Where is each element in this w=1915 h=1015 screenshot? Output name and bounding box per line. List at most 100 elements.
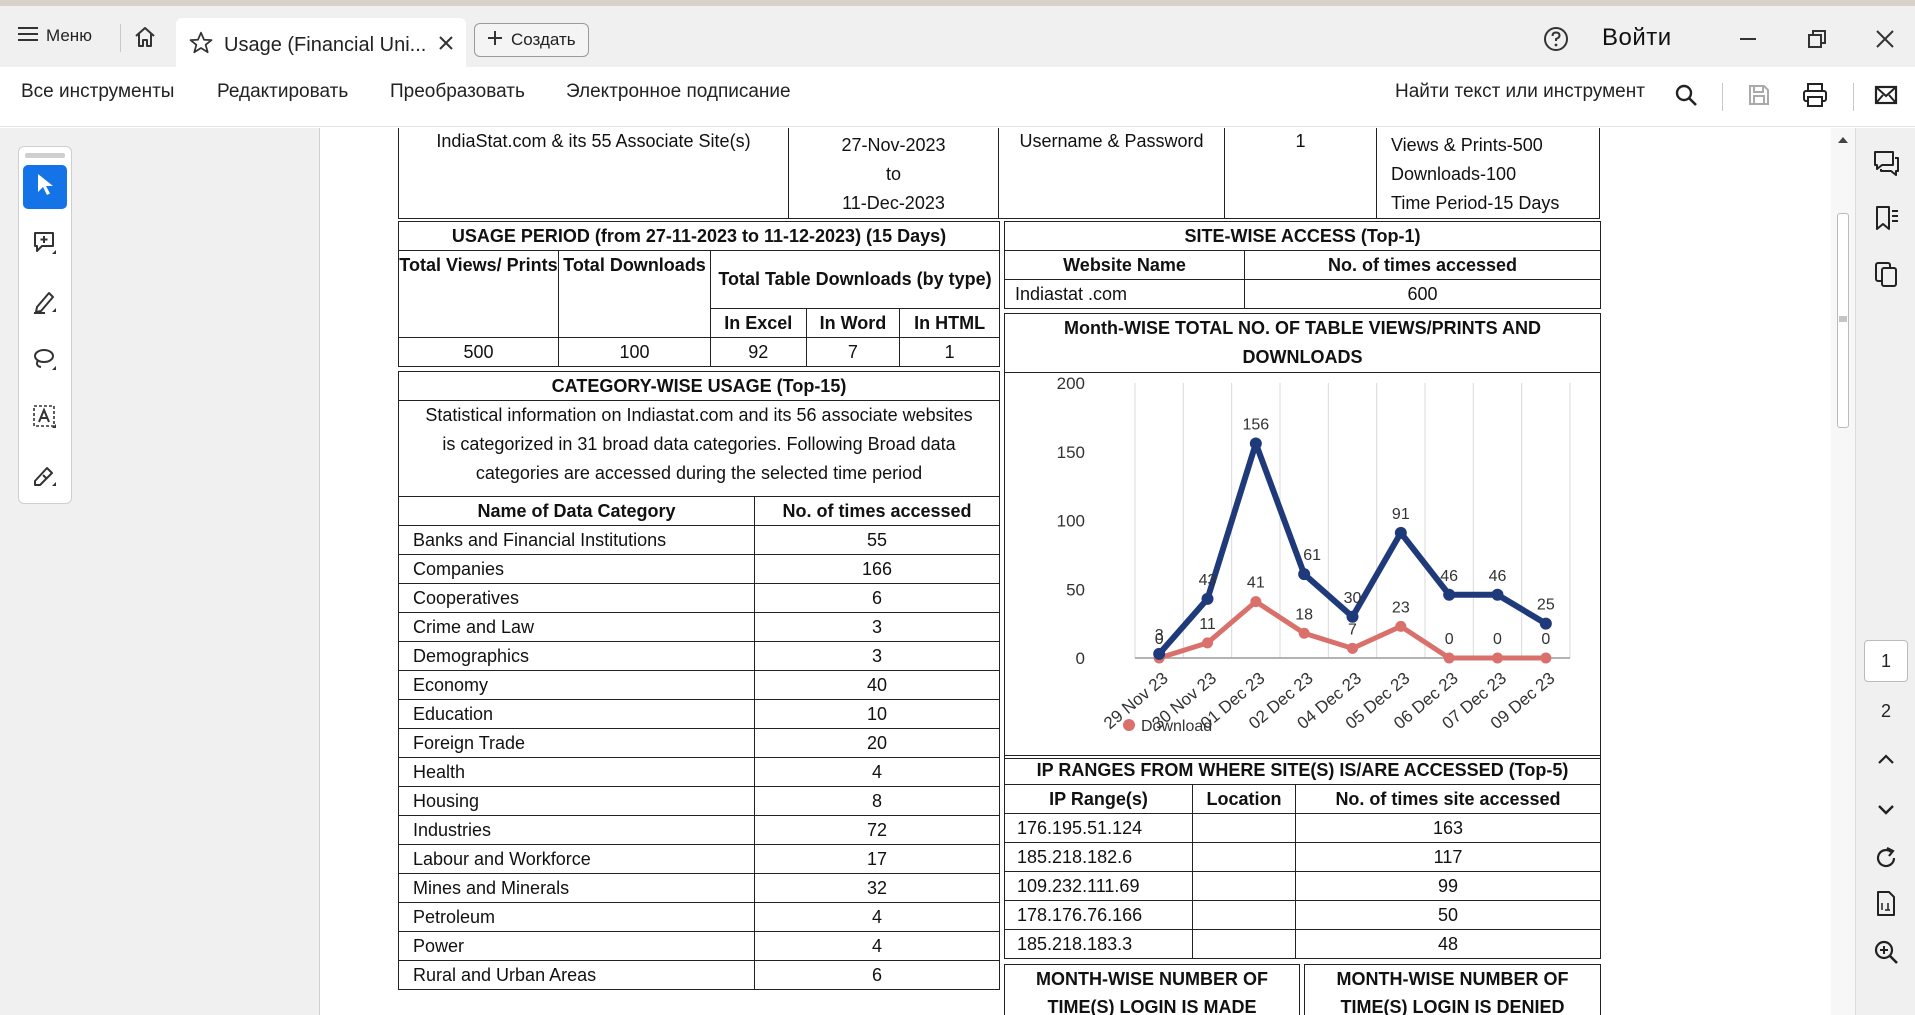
category-count: 4 xyxy=(754,931,1000,961)
text-tool-button[interactable] xyxy=(23,397,67,441)
pen-icon xyxy=(31,287,59,320)
category-count: 3 xyxy=(754,641,1000,671)
convert-menu[interactable]: Преобразовать xyxy=(390,81,525,103)
usage-period-table: USAGE PERIOD (from 27-11-2023 to 11-12-2… xyxy=(398,221,1000,367)
y-tick-label: 200 xyxy=(1057,374,1085,393)
table-row: 109.232.111.69 99 xyxy=(1004,871,1601,901)
category-count: 4 xyxy=(754,902,1000,932)
divider xyxy=(1853,83,1854,111)
chevron-down-icon[interactable] xyxy=(1870,794,1902,826)
value-word: 7 xyxy=(805,337,901,367)
all-tools-menu[interactable]: Все инструменты xyxy=(21,81,174,103)
login-made-table: MONTH-WISE NUMBER OF TIME(S) LOGIN IS MA… xyxy=(1004,964,1300,1015)
ip-location xyxy=(1192,813,1296,843)
data-point xyxy=(1443,652,1455,664)
data-label: 91 xyxy=(1392,506,1410,523)
vertical-scrollbar[interactable] xyxy=(1831,128,1855,1015)
scroll-thumb[interactable] xyxy=(1837,213,1849,428)
comments-icon[interactable] xyxy=(1870,146,1902,178)
table-row: 178.176.76.166 50 xyxy=(1004,900,1601,930)
subscription-table: IndiaStat.com & its 55 Associate Site(s)… xyxy=(398,128,1600,219)
divider xyxy=(120,24,121,52)
category-count: 72 xyxy=(754,815,1000,845)
category-name: Banks and Financial Institutions xyxy=(398,525,755,555)
date-from: 27-Nov-2023 xyxy=(841,135,946,155)
highlight-tool-button[interactable] xyxy=(23,281,67,325)
sitewise-table: SITE-WISE ACCESS (Top-1) Website Name No… xyxy=(1004,221,1601,309)
page-1-button[interactable]: 1 xyxy=(1864,640,1908,682)
data-point xyxy=(1202,637,1213,649)
home-button[interactable] xyxy=(130,24,160,54)
site-count: 600 xyxy=(1244,279,1601,309)
category-title: CATEGORY-WISE USAGE (Top-15) xyxy=(398,371,1000,401)
site-name: Indiastat .com xyxy=(1004,279,1245,309)
data-point xyxy=(1395,620,1407,632)
scroll-up-icon[interactable] xyxy=(1837,132,1849,150)
date-to-word: to xyxy=(885,164,901,184)
comment-add-icon xyxy=(31,229,59,262)
page-2-button[interactable]: 2 xyxy=(1864,690,1908,732)
close-window-icon[interactable] xyxy=(1870,24,1900,54)
data-label: 3 xyxy=(1155,627,1164,644)
legend-label: Download xyxy=(1141,718,1212,735)
sign-tool-button[interactable] xyxy=(23,455,67,499)
table-row: Health 4 xyxy=(398,757,1000,787)
category-count: 6 xyxy=(754,583,1000,613)
table-row: Petroleum 4 xyxy=(398,902,1000,932)
drag-handle[interactable] xyxy=(25,153,65,158)
data-label: 18 xyxy=(1295,606,1313,623)
rotate-icon[interactable] xyxy=(1870,842,1902,874)
ip-range: 109.232.111.69 xyxy=(1004,871,1193,901)
table-row: Housing 8 xyxy=(398,786,1000,816)
hamburger-icon xyxy=(18,26,38,47)
restore-icon[interactable] xyxy=(1802,24,1832,54)
col-in-html: In HTML xyxy=(899,308,1000,338)
users-cell: 1 xyxy=(1224,128,1377,219)
category-name: Industries xyxy=(398,815,755,845)
data-label: 30 xyxy=(1344,590,1362,607)
search-icon[interactable] xyxy=(1670,79,1702,111)
category-count: 6 xyxy=(754,960,1000,990)
document-tab[interactable]: Usage (Financial Uni... xyxy=(176,18,466,73)
data-label: 0 xyxy=(1493,631,1502,648)
monthwise-title: Month-WISE TOTAL NO. OF TABLE VIEWS/PRIN… xyxy=(1004,313,1601,373)
table-row: 185.218.183.3 48 xyxy=(1004,929,1601,959)
category-count: 3 xyxy=(754,612,1000,642)
table-row: 185.218.182.6 117 xyxy=(1004,842,1601,872)
print-icon[interactable] xyxy=(1799,79,1831,111)
chevron-up-icon[interactable] xyxy=(1870,743,1902,775)
signin-button[interactable]: Войти xyxy=(1602,24,1672,52)
col-total-views: Total Views/ Prints xyxy=(398,250,559,338)
menu-button[interactable]: Меню xyxy=(18,22,92,50)
data-label: 43 xyxy=(1199,572,1217,589)
help-icon[interactable] xyxy=(1543,26,1569,57)
draw-tool-button[interactable] xyxy=(23,339,67,383)
table-row: Crime and Law 3 xyxy=(398,612,1000,642)
select-tool-button[interactable] xyxy=(23,165,67,209)
edit-menu[interactable]: Редактировать xyxy=(217,81,348,103)
table-row: Demographics 3 xyxy=(398,641,1000,671)
esign-menu[interactable]: Электронное подписание xyxy=(566,81,791,103)
minimize-icon[interactable] xyxy=(1733,24,1763,54)
create-button[interactable]: Создать xyxy=(474,23,589,57)
document-view[interactable]: IndiaStat.com & its 55 Associate Site(s)… xyxy=(321,128,1839,1015)
mail-icon[interactable] xyxy=(1870,79,1902,111)
pages-icon[interactable] xyxy=(1870,258,1902,290)
close-tab-icon[interactable] xyxy=(438,35,454,56)
zoom-in-icon[interactable] xyxy=(1870,936,1902,968)
star-icon[interactable] xyxy=(188,30,214,61)
category-table: CATEGORY-WISE USAGE (Top-15) Statistical… xyxy=(398,371,1000,990)
category-name: Education xyxy=(398,699,755,729)
category-name: Housing xyxy=(398,786,755,816)
comment-tool-button[interactable] xyxy=(23,223,67,267)
category-name: Mines and Minerals xyxy=(398,873,755,903)
category-count: 166 xyxy=(754,554,1000,584)
page-size-icon[interactable] xyxy=(1870,888,1902,920)
ip-location xyxy=(1192,842,1296,872)
col-website-name: Website Name xyxy=(1004,250,1245,280)
find-tool-search[interactable]: Найти текст или инструмент xyxy=(1395,81,1645,103)
y-tick-label: 100 xyxy=(1057,512,1085,531)
title-bar: Меню Usage (Financial Uni... Создать Вой… xyxy=(0,0,1915,73)
save-icon[interactable] xyxy=(1743,79,1775,111)
bookmarks-icon[interactable] xyxy=(1870,202,1902,234)
